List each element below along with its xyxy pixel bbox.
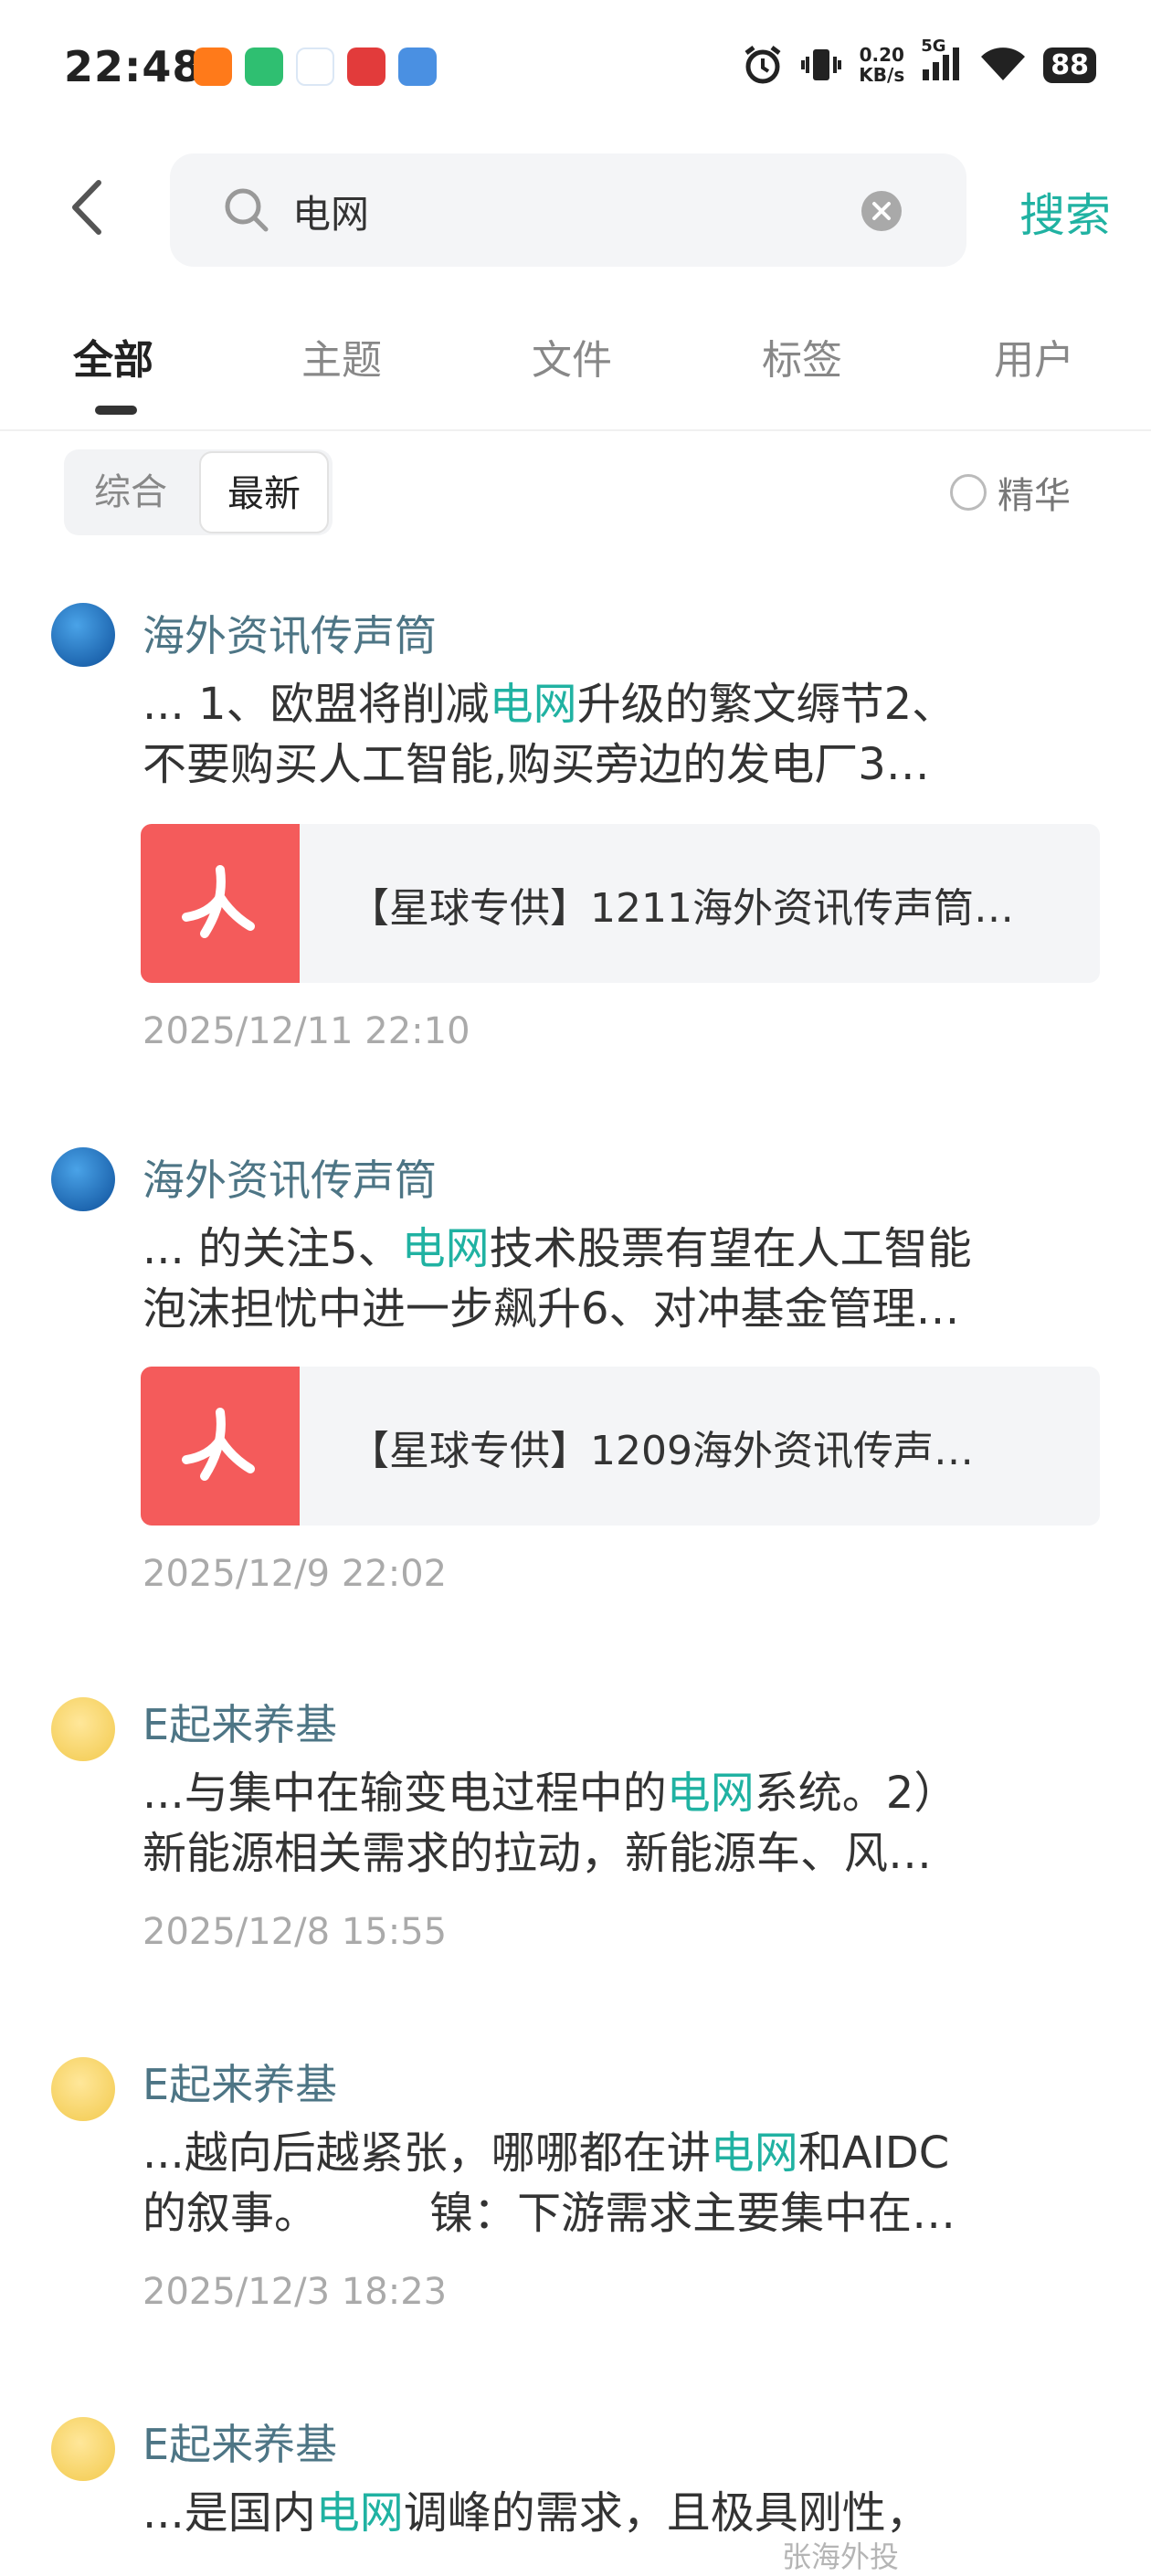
author-name[interactable]: E起来养基 bbox=[143, 2052, 337, 2112]
chevron-left-icon bbox=[72, 180, 101, 235]
author-name[interactable]: 海外资讯传声筒 bbox=[143, 603, 437, 663]
radio-icon[interactable] bbox=[950, 474, 987, 511]
search-button[interactable]: 搜索 bbox=[1019, 179, 1111, 245]
attachment-title: 【星球专供】1211海外资讯传声筒… bbox=[349, 885, 1014, 932]
tab-indicator bbox=[95, 406, 137, 415]
keyword-highlight: 电网 bbox=[315, 2487, 404, 2539]
travel-app-icon bbox=[296, 48, 334, 86]
battery-icon: 88 bbox=[1043, 47, 1096, 83]
result-snippet[interactable]: ...是国内电网调峰的需求，且极具刚性， bbox=[143, 2483, 1102, 2543]
tab-users[interactable]: 用户 bbox=[994, 327, 1074, 385]
author-name[interactable]: 海外资讯传声筒 bbox=[143, 1147, 437, 1208]
video-app-icon bbox=[194, 48, 232, 86]
result-snippet[interactable]: ...与集中在输变电过程中的电网系统。2） 新能源相关需求的拉动，新能源车、风… bbox=[143, 1763, 1102, 1884]
store-app-icon bbox=[245, 48, 283, 86]
tab-tags[interactable]: 标签 bbox=[762, 327, 842, 385]
alarm-icon bbox=[744, 46, 781, 84]
post-date: 2025/12/11 22:10 bbox=[143, 1010, 470, 1052]
avatar[interactable] bbox=[51, 2057, 115, 2121]
network-speed: 0.20 KB/s bbox=[859, 44, 905, 86]
search-query[interactable]: 电网 bbox=[292, 184, 369, 239]
notification-icons bbox=[194, 48, 437, 86]
stock-app-icon bbox=[347, 48, 385, 86]
watermark: 张海外投 bbox=[782, 2539, 900, 2574]
sort-latest[interactable]: 最新 bbox=[199, 451, 329, 533]
tab-all[interactable]: 全部 bbox=[73, 327, 153, 385]
avatar[interactable] bbox=[51, 2417, 115, 2481]
attachment-title: 【星球专供】1209海外资讯传声… bbox=[349, 1428, 974, 1474]
author-name[interactable]: E起来养基 bbox=[143, 1692, 337, 1752]
clear-icon[interactable] bbox=[861, 190, 903, 232]
keyword-highlight: 电网 bbox=[710, 2127, 798, 2179]
result-snippet[interactable]: ... 的关注5、电网技术股票有望在人工智能 泡沫担忧中进一步飙升6、对冲基金管… bbox=[143, 1219, 1102, 1339]
tabs-divider bbox=[0, 429, 1151, 431]
sort-segmented-control: 综合 最新 bbox=[64, 449, 333, 535]
result-snippet[interactable]: ...越向后越紧张，哪哪都在讲电网和AIDC 的叙事。 镍：下游需求主要集中在… bbox=[143, 2123, 1102, 2243]
mail-app-icon bbox=[398, 48, 437, 86]
result-snippet[interactable]: ... 1、欧盟将削减电网升级的繁文缛节2、 不要购买人工智能,购买旁边的发电厂… bbox=[143, 674, 1102, 795]
post-date: 2025/12/9 22:02 bbox=[143, 1553, 448, 1595]
search-input[interactable]: 电网 bbox=[170, 153, 966, 267]
keyword-highlight: 电网 bbox=[401, 1223, 490, 1274]
vibrate-icon bbox=[801, 49, 842, 80]
tab-topics[interactable]: 主题 bbox=[301, 327, 382, 385]
pdf-file-icon bbox=[141, 1367, 300, 1526]
pdf-file-icon bbox=[141, 824, 300, 983]
pdf-attachment[interactable]: 【星球专供】1211海外资讯传声筒… bbox=[141, 824, 1100, 983]
avatar[interactable] bbox=[51, 1147, 115, 1211]
search-icon bbox=[225, 188, 269, 232]
avatar[interactable] bbox=[51, 603, 115, 667]
pdf-attachment[interactable]: 【星球专供】1209海外资讯传声… bbox=[141, 1367, 1100, 1526]
category-tabs: 全部 主题 文件 标签 用户 bbox=[0, 327, 1151, 428]
post-date: 2025/12/3 18:23 bbox=[143, 2271, 448, 2313]
keyword-highlight: 电网 bbox=[489, 679, 577, 730]
featured-filter[interactable]: 精华 bbox=[950, 466, 1071, 519]
status-bar: 22:48 0.20 KB/s 5G 88 bbox=[0, 0, 1151, 137]
author-name[interactable]: E起来养基 bbox=[143, 2412, 337, 2472]
post-date: 2025/12/8 15:55 bbox=[143, 1911, 448, 1953]
system-icons: 0.20 KB/s 5G 88 bbox=[742, 37, 1096, 88]
tab-files[interactable]: 文件 bbox=[532, 327, 612, 385]
status-time: 22:48 bbox=[64, 42, 203, 91]
avatar[interactable] bbox=[51, 1697, 115, 1761]
sort-comprehensive[interactable]: 综合 bbox=[64, 449, 197, 535]
keyword-highlight: 电网 bbox=[666, 1768, 755, 1819]
wifi-icon bbox=[981, 48, 1026, 80]
featured-label: 精华 bbox=[998, 475, 1071, 517]
back-button[interactable] bbox=[64, 175, 110, 239]
signal-icon: 5G bbox=[921, 37, 963, 88]
